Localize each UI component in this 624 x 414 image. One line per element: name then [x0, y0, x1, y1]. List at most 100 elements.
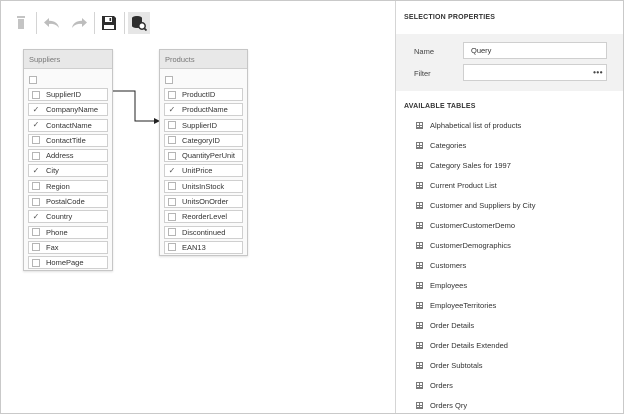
available-tables-title: AVAILABLE TABLES	[404, 103, 476, 110]
undo-button[interactable]	[41, 12, 63, 34]
field-label: Phone	[46, 227, 68, 237]
available-table-item[interactable]: Alphabetical list of products	[396, 115, 623, 135]
field-row[interactable]: EAN13	[164, 240, 243, 254]
field-label: ReorderLevel	[182, 212, 228, 222]
save-button[interactable]	[98, 12, 120, 34]
field-row[interactable]: Address	[28, 149, 108, 163]
filter-input[interactable]: •••	[463, 64, 607, 81]
field-row[interactable]: ContactTitle	[28, 133, 108, 147]
available-table-item[interactable]: CustomerDemographics	[396, 235, 623, 255]
available-table-item[interactable]: Employees	[396, 275, 623, 295]
available-table-label: Customer and Suppliers by City	[430, 200, 536, 210]
field-checkbox[interactable]	[32, 90, 40, 99]
available-table-item[interactable]: Orders	[396, 375, 623, 395]
available-table-item[interactable]: Orders Qry	[396, 395, 623, 413]
field-row[interactable]: CategoryID	[164, 133, 243, 147]
field-checkbox[interactable]	[168, 167, 176, 175]
field-label: Discontinued	[182, 227, 226, 237]
select-all-checkbox[interactable]	[165, 75, 173, 84]
select-all-checkbox[interactable]	[29, 75, 37, 84]
field-checkbox[interactable]	[32, 182, 40, 191]
field-row[interactable]: Fax	[28, 240, 108, 254]
field-checkbox[interactable]	[32, 106, 40, 114]
available-table-item[interactable]: Customer and Suppliers by City	[396, 195, 623, 215]
delete-button[interactable]	[10, 12, 32, 34]
field-checkbox[interactable]	[168, 243, 176, 252]
field-checkbox[interactable]	[168, 151, 176, 160]
table-grid-icon	[416, 381, 423, 389]
field-row[interactable]: SupplierID	[28, 88, 108, 101]
table-grid-icon	[416, 341, 423, 349]
redo-button[interactable]	[68, 12, 90, 34]
field-checkbox[interactable]	[32, 151, 40, 160]
query-design-canvas[interactable]: Suppliers SupplierID CompanyName ContactNa…	[1, 45, 395, 413]
field-checkbox[interactable]	[32, 228, 40, 237]
field-checkbox[interactable]	[32, 258, 40, 267]
data-preview-button[interactable]	[128, 12, 150, 34]
field-row[interactable]: UnitPrice	[164, 164, 243, 178]
available-table-item[interactable]: Order Details Extended	[396, 335, 623, 355]
available-table-label: Alphabetical list of products	[430, 120, 522, 130]
table-grid-icon	[416, 121, 423, 129]
field-checkbox[interactable]	[32, 243, 40, 252]
field-row[interactable]: CompanyName	[28, 103, 108, 117]
table-grid-icon	[416, 301, 423, 309]
field-label: QuantityPerUnit	[182, 151, 235, 161]
toolbar-separator	[94, 12, 95, 34]
available-table-item[interactable]: EmployeeTerritories	[396, 295, 623, 315]
field-checkbox[interactable]	[32, 136, 40, 145]
field-row[interactable]: SupplierID	[164, 118, 243, 132]
field-label: Address	[46, 151, 74, 161]
field-row[interactable]: ProductName	[164, 103, 243, 117]
field-label: Country	[46, 212, 73, 222]
field-label: HomePage	[46, 258, 84, 268]
field-label: PostalCode	[46, 197, 85, 207]
field-checkbox[interactable]	[168, 121, 176, 130]
available-table-item[interactable]: CustomerCustomerDemo	[396, 215, 623, 235]
field-checkbox[interactable]	[168, 197, 176, 206]
field-row[interactable]: QuantityPerUnit	[164, 149, 243, 163]
field-row[interactable]: UnitsInStock	[164, 179, 243, 193]
field-checkbox[interactable]	[32, 121, 40, 129]
field-row[interactable]: UnitsOnOrder	[164, 195, 243, 209]
field-label: SupplierID	[46, 90, 82, 99]
available-table-item[interactable]: Order Details	[396, 315, 623, 335]
field-checkbox[interactable]	[168, 106, 176, 114]
field-checkbox[interactable]	[168, 228, 176, 237]
field-checkbox[interactable]	[32, 167, 40, 175]
field-checkbox[interactable]	[168, 136, 176, 145]
field-checkbox[interactable]	[168, 90, 176, 99]
available-table-item[interactable]: Customers	[396, 255, 623, 275]
field-label: UnitsInStock	[182, 181, 225, 191]
field-checkbox[interactable]	[32, 213, 40, 221]
field-row[interactable]: Phone	[28, 225, 108, 239]
table-fields: ProductID ProductName SupplierID CategoryID…	[160, 69, 247, 258]
available-table-item[interactable]: Category Sales for 1997	[396, 155, 623, 175]
available-table-label: Categories	[430, 140, 467, 150]
available-table-item[interactable]: Order Subtotals	[396, 355, 623, 375]
available-table-label: CustomerDemographics	[430, 240, 511, 250]
field-row[interactable]: Region	[28, 179, 108, 193]
field-checkbox[interactable]	[168, 212, 176, 221]
field-row[interactable]: Country	[28, 210, 108, 224]
name-input[interactable]: Query	[463, 42, 607, 59]
table-grid-icon	[416, 181, 423, 189]
available-table-item[interactable]: Categories	[396, 135, 623, 155]
table-header[interactable]: Products	[160, 50, 247, 69]
filter-edit-button[interactable]: •••	[593, 65, 603, 80]
field-row[interactable]: ReorderLevel	[164, 210, 243, 224]
field-row[interactable]: ProductID	[164, 88, 243, 101]
selection-properties-title: SELECTION PROPERTIES	[404, 14, 496, 21]
field-row[interactable]: Discontinued	[164, 225, 243, 239]
field-row[interactable]: HomePage	[28, 256, 108, 270]
field-checkbox[interactable]	[32, 197, 40, 206]
table-suppliers[interactable]: Suppliers SupplierID CompanyName ContactNa…	[23, 49, 113, 271]
table-products[interactable]: Products ProductID ProductName SupplierID C…	[159, 49, 248, 256]
field-label: ContactTitle	[46, 135, 86, 145]
field-row[interactable]: ContactName	[28, 118, 108, 132]
table-header[interactable]: Suppliers	[24, 50, 112, 69]
available-table-item[interactable]: Current Product List	[396, 175, 623, 195]
field-row[interactable]: PostalCode	[28, 195, 108, 209]
field-checkbox[interactable]	[168, 182, 176, 191]
field-row[interactable]: City	[28, 164, 108, 178]
